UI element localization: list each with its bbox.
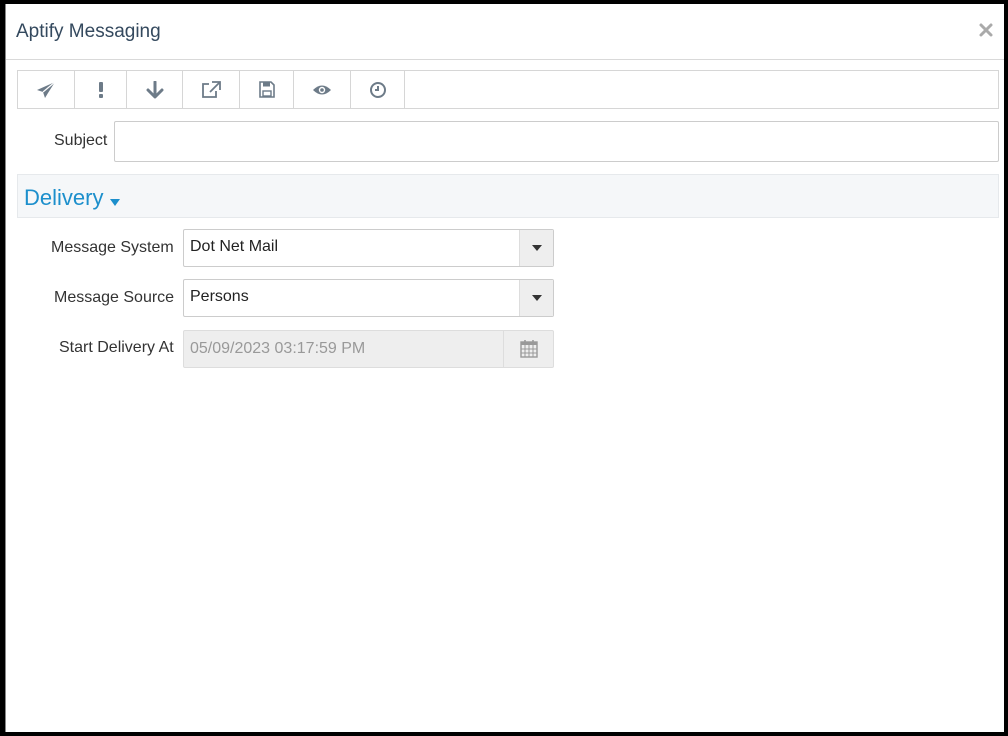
eye-icon bbox=[312, 83, 332, 97]
message-system-label: Message System bbox=[51, 239, 174, 256]
preview-button[interactable] bbox=[294, 71, 351, 108]
arrow-down-icon bbox=[146, 80, 164, 99]
start-delivery-date-field: 05/09/2023 03:17:59 PM bbox=[183, 330, 554, 368]
send-button[interactable] bbox=[18, 71, 75, 108]
subject-input[interactable] bbox=[114, 121, 999, 162]
exclamation-icon bbox=[97, 81, 105, 99]
paper-plane-icon bbox=[36, 81, 56, 99]
close-icon[interactable] bbox=[978, 20, 994, 40]
message-system-value: Dot Net Mail bbox=[190, 238, 279, 255]
start-delivery-label: Start Delivery At bbox=[59, 339, 174, 356]
schedule-button[interactable] bbox=[351, 71, 405, 108]
calendar-icon[interactable] bbox=[503, 331, 553, 367]
messaging-dialog: Aptify Messaging Subject Delivery Messag… bbox=[5, 4, 1004, 732]
start-delivery-value: 05/09/2023 03:17:59 PM bbox=[190, 340, 366, 357]
message-system-select[interactable]: Dot Net Mail bbox=[183, 229, 554, 267]
title-bar: Aptify Messaging bbox=[6, 4, 1004, 60]
priority-button[interactable] bbox=[75, 71, 127, 108]
subject-label: Subject bbox=[54, 132, 108, 149]
save-button[interactable] bbox=[240, 71, 294, 108]
message-source-select[interactable]: Persons bbox=[183, 279, 554, 317]
toolbar bbox=[17, 70, 999, 109]
message-source-value: Persons bbox=[190, 288, 249, 305]
message-source-label: Message Source bbox=[54, 289, 175, 306]
external-link-icon bbox=[201, 80, 221, 99]
clock-icon bbox=[369, 81, 387, 99]
delivery-section-title: Delivery bbox=[24, 185, 104, 210]
caret-down-icon bbox=[110, 193, 120, 211]
chevron-down-icon[interactable] bbox=[519, 230, 553, 266]
download-button[interactable] bbox=[127, 71, 183, 108]
delivery-section-header[interactable]: Delivery bbox=[17, 174, 999, 218]
floppy-disk-icon bbox=[258, 81, 275, 98]
chevron-down-icon[interactable] bbox=[519, 280, 553, 316]
window-title: Aptify Messaging bbox=[16, 21, 161, 42]
open-external-button[interactable] bbox=[183, 71, 240, 108]
